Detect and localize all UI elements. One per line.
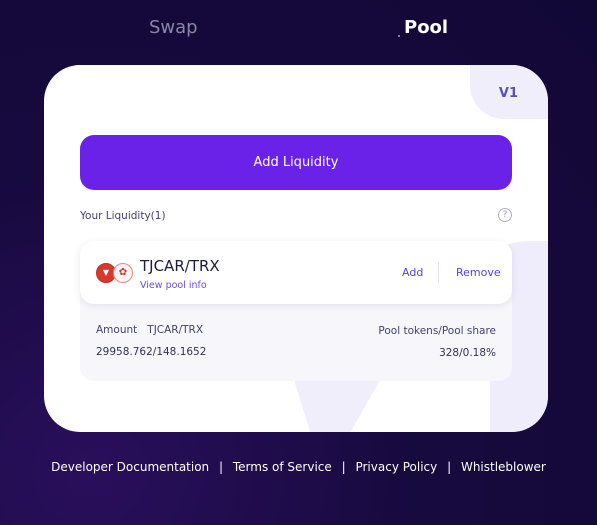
divider: [438, 262, 439, 283]
decorative-shape: [294, 380, 380, 432]
tab-pool[interactable]: Pool: [404, 17, 448, 38]
view-pool-info-link[interactable]: View pool info: [140, 280, 207, 291]
pool-card: V1 Add Liquidity Your Liquidity(1) ? ▼ ✿…: [44, 65, 548, 432]
position-header: ▼ ✿ TJCAR/TRX View pool info Add Remove: [80, 241, 512, 304]
tab-bar: Swap Pool: [0, 17, 597, 41]
add-liquidity-button[interactable]: Add Liquidity: [80, 135, 512, 190]
tjcar-logo-icon: ✿: [113, 263, 133, 283]
amount-label: Amount TJCAR/TRX: [96, 324, 204, 336]
tab-swap[interactable]: Swap: [149, 17, 198, 38]
footer-separator: |: [341, 460, 346, 474]
pool-share-label: Pool tokens/Pool share: [378, 325, 496, 337]
help-icon[interactable]: ?: [498, 208, 512, 222]
tab-indicator-dot: [398, 35, 400, 37]
footer-link-privacy-policy[interactable]: Privacy Policy: [355, 460, 437, 474]
footer-link-whistleblower[interactable]: Whistleblower: [461, 460, 546, 474]
remove-button[interactable]: Remove: [456, 266, 501, 279]
your-liquidity-label: Your Liquidity(1): [80, 210, 166, 222]
footer-link-terms-of-service[interactable]: Terms of Service: [233, 460, 332, 474]
footer-separator: |: [219, 460, 224, 474]
footer-separator: |: [447, 460, 452, 474]
pool-share-value: 328/0.18%: [439, 347, 496, 359]
add-button[interactable]: Add: [402, 266, 423, 279]
amount-value: 29958.762/148.1652: [96, 346, 207, 358]
footer-links: Developer Documentation | Terms of Servi…: [0, 460, 597, 474]
footer-link-developer-documentation[interactable]: Developer Documentation: [51, 460, 209, 474]
pair-name: TJCAR/TRX: [140, 257, 220, 275]
liquidity-position: ▼ ✿ TJCAR/TRX View pool info Add Remove …: [80, 241, 512, 381]
version-badge[interactable]: V1: [499, 86, 518, 101]
